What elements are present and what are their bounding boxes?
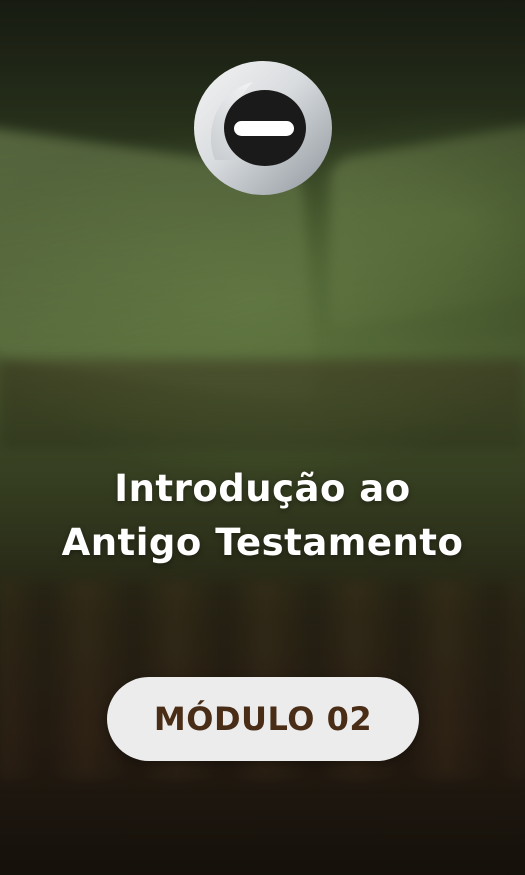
course-card[interactable]: Introdução ao Antigo Testamento MÓDULO 0… xyxy=(0,0,525,875)
module-badge[interactable]: MÓDULO 02 xyxy=(107,677,419,761)
brand-logo-icon xyxy=(193,60,333,196)
course-title: Introdução ao Antigo Testamento xyxy=(0,462,525,570)
course-title-line2: Antigo Testamento xyxy=(61,521,464,564)
module-label: MÓDULO 02 xyxy=(153,700,373,738)
course-title-line1: Introdução ao xyxy=(114,467,411,510)
